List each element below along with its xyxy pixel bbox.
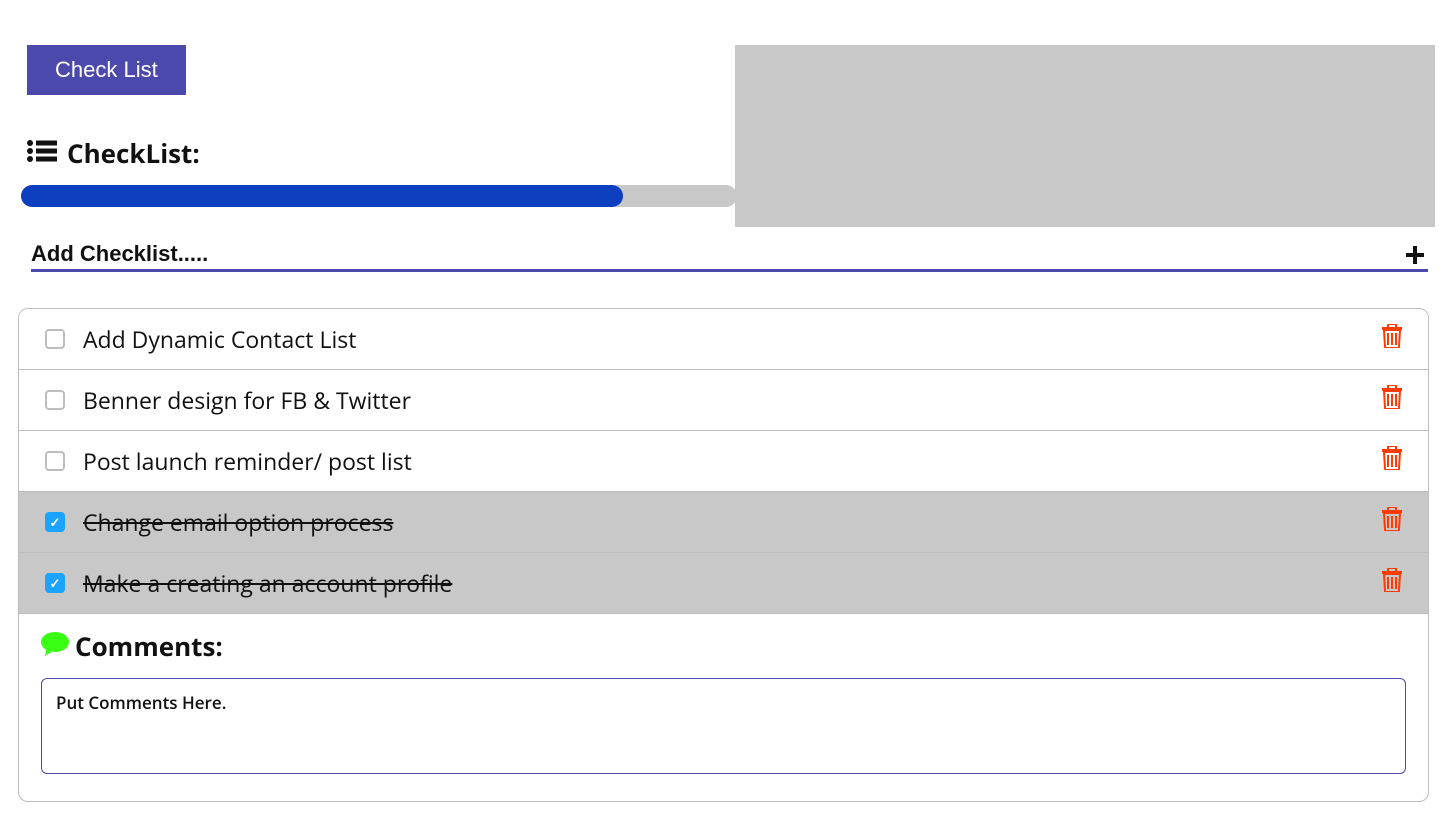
delete-item-button[interactable] [1382, 384, 1402, 416]
comment-icon [41, 632, 69, 661]
checklist-item-label: Change email option process [83, 506, 1382, 538]
checklist-checkbox[interactable] [45, 512, 65, 532]
checklist-item-label: Add Dynamic Contact List [83, 323, 1382, 355]
checklist-checkbox[interactable] [45, 390, 65, 410]
trash-icon [1382, 445, 1402, 477]
comments-input[interactable] [41, 678, 1406, 774]
progress-fill [21, 185, 623, 207]
checklist-panel: Add Dynamic Contact List Benner design fo… [18, 308, 1429, 802]
checklist-item: Post launch reminder/ post list [19, 431, 1428, 492]
checklist-title: CheckList: [67, 135, 200, 171]
trash-icon [1382, 506, 1402, 538]
trash-icon [1382, 567, 1402, 599]
trash-icon [1382, 323, 1402, 355]
checklist-item-label: Benner design for FB & Twitter [83, 384, 1382, 416]
checklist-checkbox[interactable] [45, 451, 65, 471]
checklist-tab-button[interactable]: Check List [27, 45, 186, 95]
checklist-section-header: CheckList: [27, 135, 1428, 171]
add-checklist-input[interactable] [31, 241, 1402, 267]
add-checklist-row [31, 241, 1428, 272]
plus-icon [1406, 236, 1424, 272]
delete-item-button[interactable] [1382, 445, 1402, 477]
checklist-item: Benner design for FB & Twitter [19, 370, 1428, 431]
comments-section: Comments: [19, 614, 1428, 801]
checklist-item: Change email option process [19, 492, 1428, 553]
checklist-checkbox[interactable] [45, 329, 65, 349]
checklist-progress [27, 185, 737, 207]
delete-item-button[interactable] [1382, 567, 1402, 599]
checklist-item-label: Post launch reminder/ post list [83, 445, 1382, 477]
checklist-item: Make a creating an account profile [19, 553, 1428, 614]
delete-item-button[interactable] [1382, 323, 1402, 355]
checklist-checkbox[interactable] [45, 573, 65, 593]
checklist-item: Add Dynamic Contact List [19, 309, 1428, 370]
checklist-item-label: Make a creating an account profile [83, 567, 1382, 599]
list-icon [27, 139, 57, 168]
main-content: Check List CheckList: [0, 0, 1450, 802]
comments-header: Comments: [41, 628, 1406, 664]
add-checklist-button[interactable] [1402, 241, 1428, 267]
comments-title: Comments: [75, 628, 223, 664]
trash-icon [1382, 384, 1402, 416]
delete-item-button[interactable] [1382, 506, 1402, 538]
